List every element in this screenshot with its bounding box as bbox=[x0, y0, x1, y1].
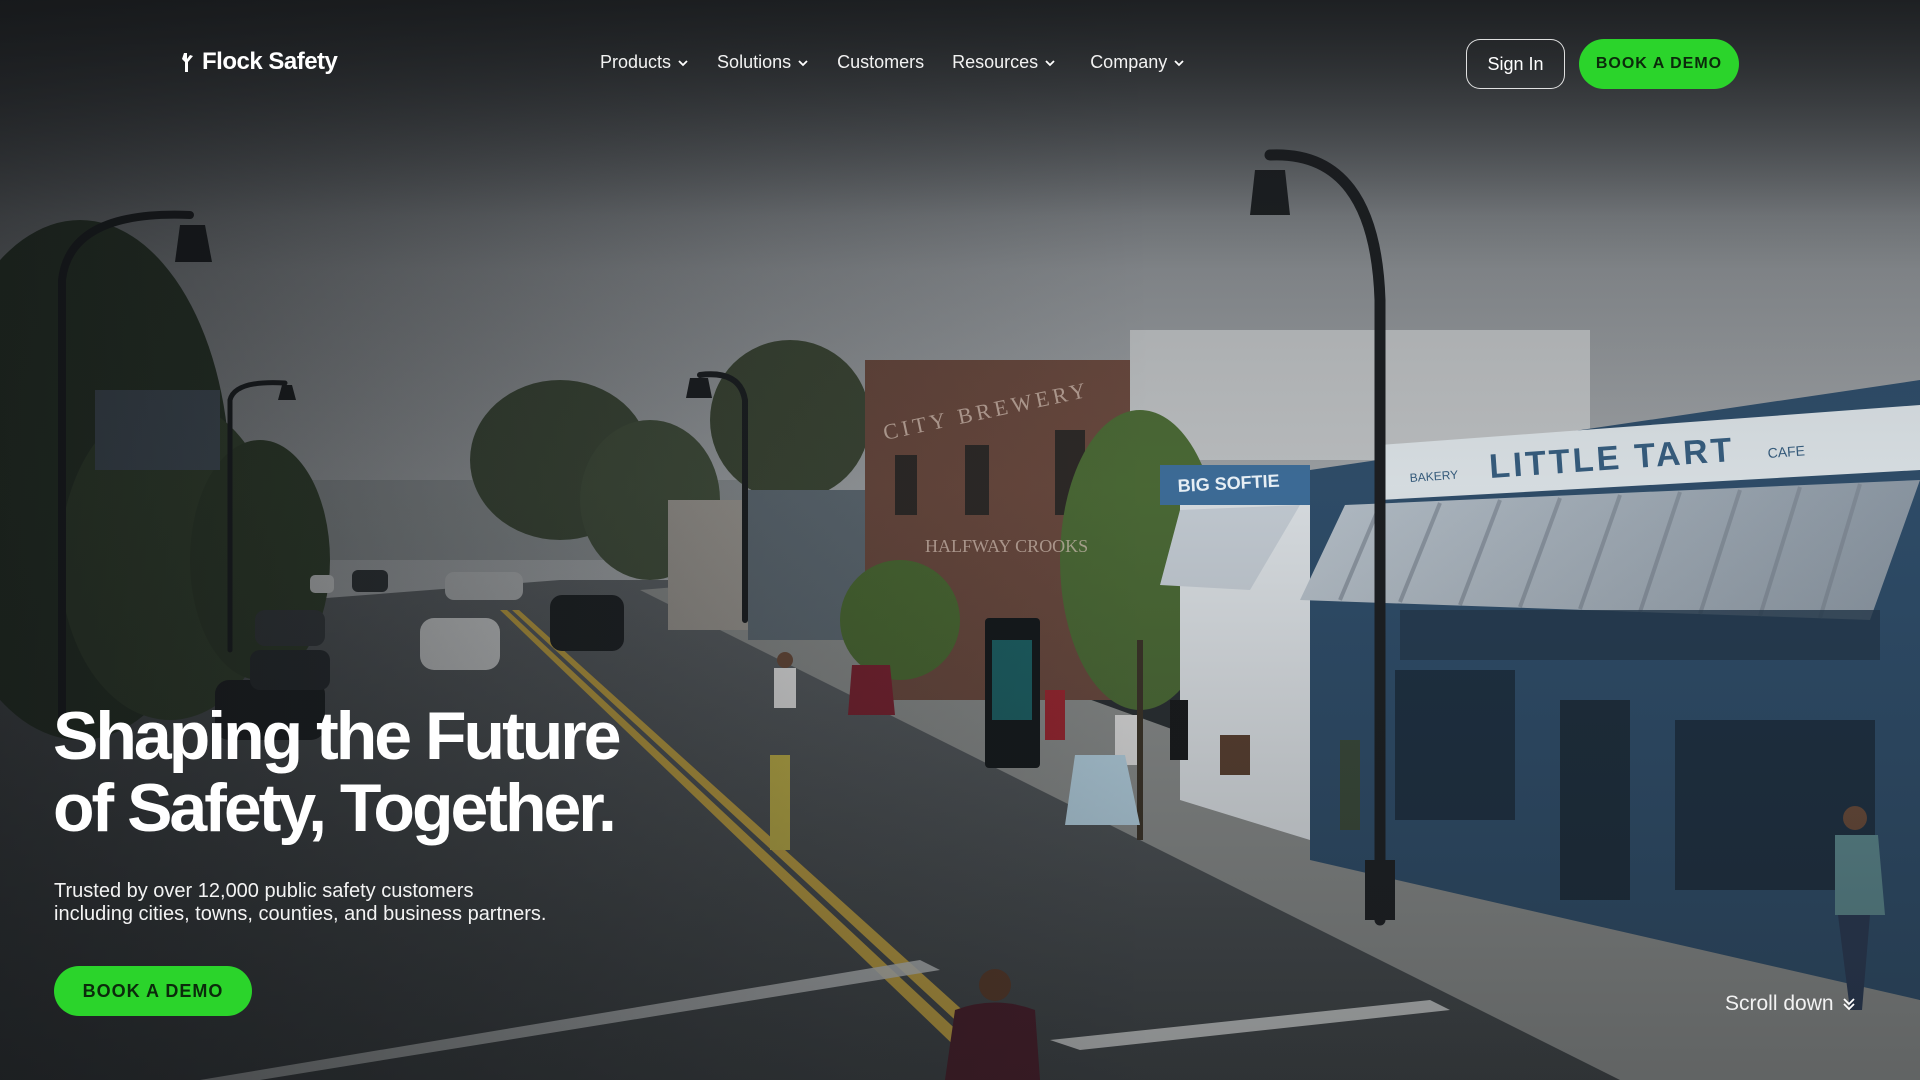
hero-subheadline-line-2: including cities, towns, counties, and b… bbox=[54, 903, 547, 925]
nav-item-customers[interactable]: Customers bbox=[837, 52, 924, 73]
nav-item-resources[interactable]: Resources bbox=[952, 52, 1056, 73]
top-navigation: Flock Safety Products Solutions Customer… bbox=[0, 0, 1920, 128]
nav-item-label: Resources bbox=[952, 52, 1039, 72]
nav-item-products[interactable]: Products bbox=[600, 52, 689, 73]
brand-logo[interactable]: Flock Safety bbox=[180, 48, 338, 76]
chevron-down-icon bbox=[1174, 59, 1184, 66]
hero-subheadline: Trusted by over 12,000 public safety cus… bbox=[54, 880, 674, 926]
chevron-down-icon bbox=[1045, 59, 1055, 66]
scroll-down-link[interactable]: Scroll down bbox=[1725, 992, 1856, 1016]
hero-subheadline-line-1: Trusted by over 12,000 public safety cus… bbox=[54, 880, 474, 902]
nav-item-label: Customers bbox=[837, 52, 925, 72]
main-menu: Products Solutions Customers Resources C… bbox=[600, 52, 1213, 73]
chevron-down-icon bbox=[798, 59, 808, 66]
nav-item-label: Solutions bbox=[717, 52, 792, 72]
nav-item-label: Products bbox=[600, 52, 672, 72]
hero-headline-line-1: Shaping the Future bbox=[53, 698, 622, 774]
flock-logo-icon bbox=[182, 53, 193, 72]
book-demo-hero-button[interactable]: BOOK A DEMO bbox=[54, 966, 252, 1016]
hero-headline: Shaping the Future of Safety, Together. bbox=[53, 700, 753, 844]
nav-item-solutions[interactable]: Solutions bbox=[717, 52, 809, 73]
nav-item-company[interactable]: Company bbox=[1090, 52, 1185, 73]
scroll-down-label: Scroll down bbox=[1725, 992, 1834, 1015]
double-chevron-down-icon bbox=[1842, 998, 1855, 1011]
sign-in-button[interactable]: Sign In bbox=[1466, 39, 1565, 89]
book-demo-nav-button[interactable]: BOOK A DEMO bbox=[1579, 39, 1739, 89]
hero-headline-line-2: of Safety, Together. bbox=[53, 770, 617, 846]
chevron-down-icon bbox=[678, 59, 688, 66]
brand-name: Flock Safety bbox=[202, 48, 338, 75]
nav-item-label: Company bbox=[1090, 52, 1168, 72]
